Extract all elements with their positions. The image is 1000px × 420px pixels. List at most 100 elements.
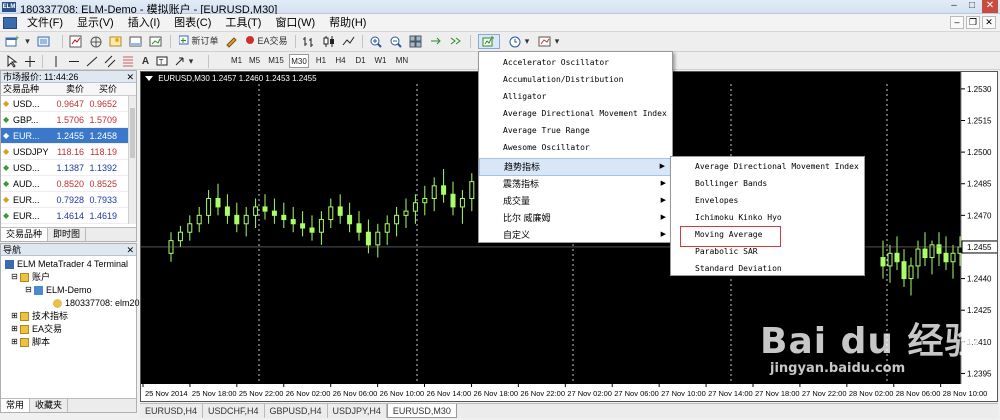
- tab-eurusd-h4[interactable]: EURUSD,H4: [140, 404, 204, 418]
- tree-server[interactable]: ⊟ ELM-Demo: [25, 284, 92, 296]
- metaeditor-icon[interactable]: [224, 34, 239, 49]
- new-chart-icon[interactable]: +: [4, 34, 20, 49]
- horizontal-line-icon[interactable]: [66, 54, 81, 69]
- timeframe-d1[interactable]: D1: [354, 54, 367, 68]
- menu-item-awesome-oscillator[interactable]: Awesome Oscillator: [479, 140, 672, 156]
- tree-account[interactable]: 180337708: elm20: [53, 297, 140, 309]
- collapse-icon[interactable]: ⊟: [11, 271, 20, 283]
- tab-gbpusd-h4[interactable]: GBPUSD,H4: [265, 404, 328, 418]
- strategy-tester-icon[interactable]: [148, 34, 163, 49]
- tile-windows-icon[interactable]: [408, 34, 423, 49]
- tree-indicators[interactable]: ⊞ 技术指标: [11, 310, 68, 322]
- arrows-dropdown-icon[interactable]: ▾: [186, 54, 196, 69]
- zoom-out-icon[interactable]: [388, 34, 403, 49]
- text-tool-icon[interactable]: A: [138, 54, 153, 69]
- line-chart-icon[interactable]: [341, 34, 356, 49]
- tab-favorites[interactable]: 收藏夹: [30, 399, 69, 412]
- close-button[interactable]: ✕: [982, 0, 998, 13]
- menu-item-adx[interactable]: Average Directional Movement Index: [479, 106, 672, 122]
- chart-window-icon[interactable]: [3, 17, 17, 29]
- chart-dropdown-icon[interactable]: [145, 76, 153, 81]
- periods-dropdown-icon[interactable]: ▾: [522, 34, 532, 49]
- tree-root[interactable]: ELM MetaTrader 4 Terminal: [5, 258, 128, 270]
- menu-item-oscillators[interactable]: 震荡指标 ▶: [479, 176, 672, 192]
- column-ask[interactable]: 买价: [86, 83, 119, 95]
- bar-chart-icon[interactable]: [301, 34, 316, 49]
- timeframe-m15[interactable]: M15: [267, 54, 285, 68]
- menu-item-trend[interactable]: 趋势指标 ▶: [479, 158, 672, 176]
- market-watch-icon[interactable]: [68, 34, 83, 49]
- close-icon[interactable]: ✕: [126, 71, 134, 83]
- terminal-icon[interactable]: [128, 34, 143, 49]
- column-symbol[interactable]: 交易品种: [1, 83, 55, 95]
- maximize-button[interactable]: □: [964, 0, 980, 13]
- chart-minimize-button[interactable]: –: [950, 16, 964, 29]
- menu-item-volumes[interactable]: 成交量 ▶: [479, 193, 672, 209]
- tab-eurusd-m30[interactable]: EURUSD,M30: [386, 404, 457, 418]
- submenu-item-standard-deviation[interactable]: Standard Deviation: [671, 261, 864, 277]
- menu-insert[interactable]: 插入(I): [121, 16, 167, 30]
- market-row[interactable]: ◆ EUR... 1.4614 1.4619: [1, 208, 136, 224]
- menu-help[interactable]: 帮助(H): [322, 16, 373, 30]
- collapse-icon[interactable]: ⊟: [25, 284, 34, 296]
- chart-restore-button[interactable]: ❐: [966, 16, 980, 29]
- submenu-item-adx[interactable]: Average Directional Movement Index: [671, 159, 864, 175]
- menu-item-custom[interactable]: 自定义 ▶: [479, 227, 672, 243]
- fibonacci-icon[interactable]: [120, 54, 135, 69]
- templates-dropdown-icon[interactable]: ▾: [552, 34, 562, 49]
- vertical-line-icon[interactable]: [48, 54, 63, 69]
- timeframe-h1[interactable]: H1: [315, 54, 327, 68]
- menu-file[interactable]: 文件(F): [20, 16, 70, 30]
- indicators-list-icon[interactable]: [478, 34, 500, 49]
- menu-item-bill-williams[interactable]: 比尔 威廉姆 ▶: [479, 210, 672, 226]
- chart-dropdown-icon[interactable]: ▾: [20, 34, 35, 49]
- cursor-icon[interactable]: [4, 54, 19, 69]
- chart-shift-icon[interactable]: [428, 34, 443, 49]
- trendline-icon[interactable]: [84, 54, 99, 69]
- candlestick-chart-icon[interactable]: [321, 34, 336, 49]
- tree-accounts[interactable]: ⊟ 账户: [11, 271, 50, 283]
- expand-icon[interactable]: ⊞: [11, 310, 20, 322]
- market-row[interactable]: ◆ EUR... 1.2455 1.2458: [1, 128, 136, 144]
- crosshair-icon[interactable]: [22, 54, 37, 69]
- profiles-icon[interactable]: [36, 34, 51, 49]
- timeframe-m1[interactable]: M1: [230, 54, 243, 68]
- tab-tick-chart[interactable]: 即时图: [48, 228, 87, 241]
- tab-usdchf-h4[interactable]: USDCHF,H4: [203, 404, 265, 418]
- data-window-icon[interactable]: [88, 34, 103, 49]
- market-row[interactable]: ◆ GBP... 1.5706 1.5709: [1, 112, 136, 128]
- timeframe-h4[interactable]: H4: [334, 54, 347, 68]
- menu-item-alligator[interactable]: Alligator: [479, 89, 672, 105]
- timeframe-m5[interactable]: M5: [247, 54, 262, 68]
- close-icon[interactable]: ✕: [126, 244, 134, 256]
- menu-item-accelerator-oscillator[interactable]: Accelerator Oscillator: [479, 55, 672, 71]
- market-row[interactable]: ◆ AUD... 0.8520 0.8525: [1, 176, 136, 192]
- timeframe-m30[interactable]: M30: [289, 54, 309, 68]
- minimize-button[interactable]: –: [946, 0, 962, 13]
- menu-charts[interactable]: 图表(C): [167, 16, 218, 30]
- submenu-item-envelopes[interactable]: Envelopes: [671, 193, 864, 209]
- text-label-icon[interactable]: T: [154, 54, 169, 69]
- menu-tools[interactable]: 工具(T): [218, 16, 268, 30]
- market-row[interactable]: ◆ USDJPY 118.16 118.19: [1, 144, 136, 160]
- tab-usdjpy-h4[interactable]: USDJPY,H4: [328, 404, 387, 418]
- menu-window[interactable]: 窗口(W): [268, 16, 322, 30]
- arrows-icon[interactable]: [172, 54, 187, 69]
- expand-icon[interactable]: ⊞: [11, 323, 20, 335]
- templates-icon[interactable]: [537, 34, 552, 49]
- zoom-in-icon[interactable]: [368, 34, 383, 49]
- submenu-item-ichimoku[interactable]: Ichimoku Kinko Hyo: [671, 210, 864, 226]
- new-order-button[interactable]: 新订单: [176, 34, 222, 49]
- tree-experts[interactable]: ⊞ EA交易: [11, 323, 62, 335]
- chart-close-button[interactable]: ✕: [982, 16, 996, 29]
- menu-view[interactable]: 显示(V): [70, 16, 121, 30]
- timeframe-w1[interactable]: W1: [374, 54, 387, 68]
- market-watch-scrollbar[interactable]: [128, 96, 136, 224]
- menu-item-atr[interactable]: Average True Range: [479, 123, 672, 139]
- tab-common[interactable]: 常用: [1, 399, 31, 412]
- menu-item-accumulation-distribution[interactable]: Accumulation/Distribution: [479, 72, 672, 88]
- column-bid[interactable]: 卖价: [55, 83, 86, 95]
- periods-icon[interactable]: [507, 34, 522, 49]
- equidistant-channel-icon[interactable]: [102, 54, 117, 69]
- expand-icon[interactable]: ⊞: [11, 336, 20, 348]
